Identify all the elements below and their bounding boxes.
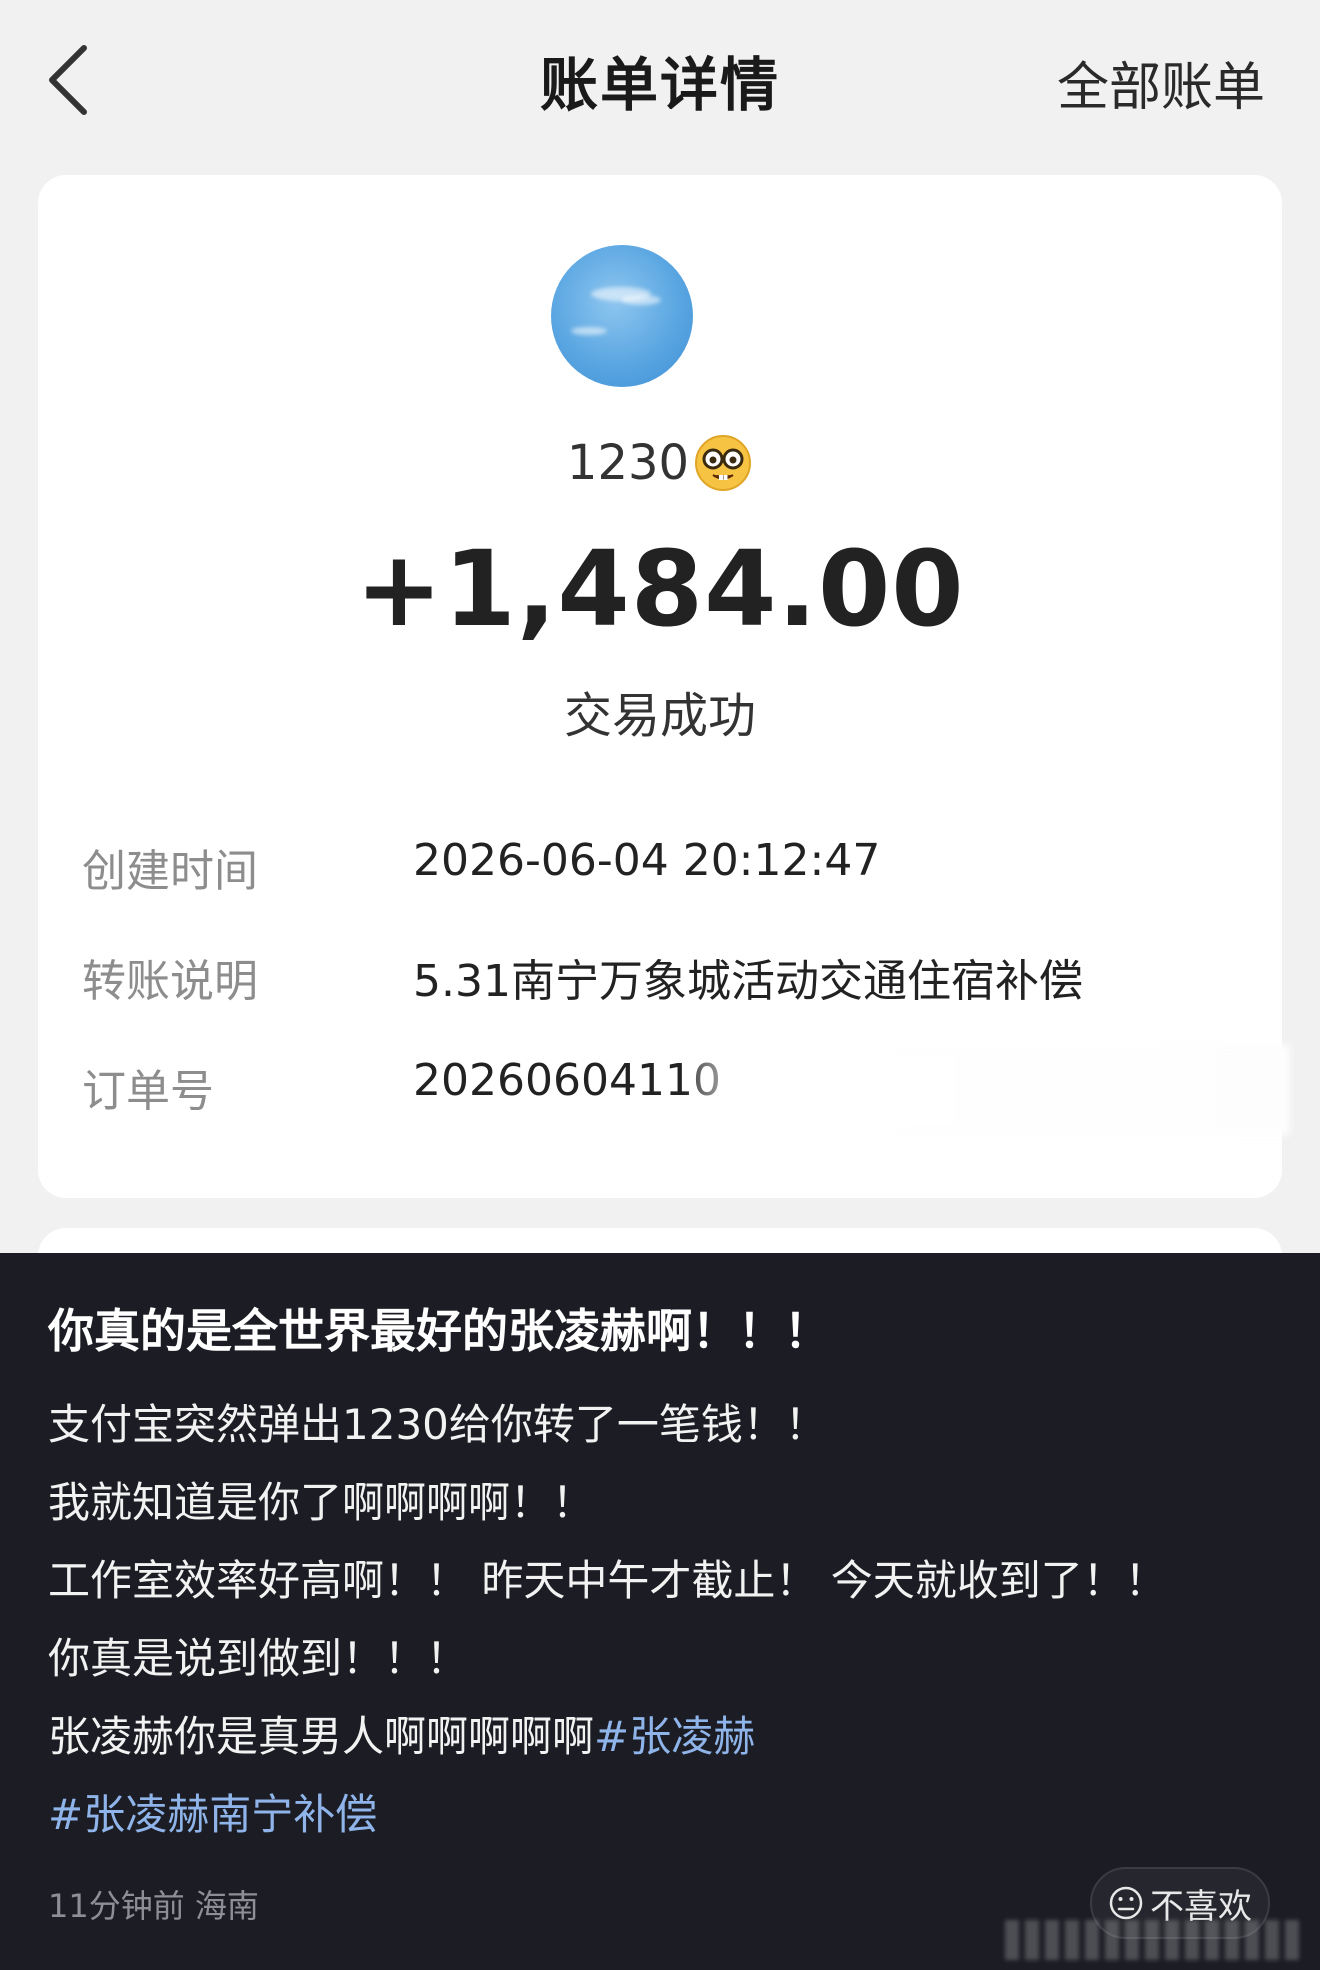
hashtag-link[interactable]: #张凌赫 bbox=[594, 1712, 755, 1761]
post-text-span: 张凌赫你是真男人啊啊啊啊啊 bbox=[48, 1712, 595, 1761]
post-title: 你真的是全世界最好的张凌赫啊！！！ bbox=[48, 1304, 830, 1358]
bill-detail-screen: 账单详情 全部账单 1230 +1,484.00 交易成功 创建时间 2026-… bbox=[0, 0, 1320, 1288]
order-number-value[interactable]: 20260604110 bbox=[413, 1055, 721, 1106]
post-text-line: 你真是说到做到！！！ bbox=[48, 1634, 469, 1683]
frown-face-icon bbox=[1109, 1886, 1143, 1920]
created-time-label: 创建时间 bbox=[82, 846, 258, 897]
created-time-value: 2026-06-04 20:12:47 bbox=[413, 835, 881, 886]
chevron-left-icon bbox=[49, 45, 87, 115]
transaction-status: 交易成功 bbox=[563, 688, 756, 744]
transaction-amount: +1,484.00 bbox=[355, 528, 965, 650]
post-text-line: 支付宝突然弹出1230给你转了一笔钱！！ bbox=[48, 1400, 827, 1449]
avatar[interactable] bbox=[551, 245, 693, 387]
nerd-face-icon bbox=[695, 435, 752, 491]
redaction-blur bbox=[690, 1045, 1290, 1135]
post-panel: 你真的是全世界最好的张凌赫啊！！！ 支付宝突然弹出1230给你转了一笔钱！！ 我… bbox=[0, 1253, 1320, 1970]
post-text-line: 张凌赫你是真男人啊啊啊啊啊#张凌赫 bbox=[48, 1703, 755, 1764]
back-button[interactable] bbox=[40, 38, 100, 122]
post-text-line: 工作室效率好高啊！！ 昨天中午才截止！ 今天就收到了！！ bbox=[48, 1556, 1167, 1605]
order-number-label: 订单号 bbox=[82, 1066, 214, 1117]
payer-name: 1230 bbox=[566, 435, 690, 491]
post-text-line: 我就知道是你了啊啊啊啊！！ bbox=[48, 1478, 595, 1527]
all-bills-link[interactable]: 全部账单 bbox=[1057, 45, 1265, 120]
transfer-note-value: 5.31南宁万象城活动交通住宿补偿 bbox=[413, 956, 1083, 1007]
watermark bbox=[1005, 1920, 1305, 1960]
nav-bar: 账单详情 全部账单 bbox=[0, 0, 1320, 160]
hashtag-link[interactable]: #张凌赫南宁补偿 bbox=[48, 1790, 377, 1839]
payer-row: 1230 bbox=[0, 432, 1320, 493]
post-meta: 11分钟前 海南 bbox=[48, 1887, 259, 1925]
post-text-line: #张凌赫南宁补偿 bbox=[48, 1781, 377, 1842]
transfer-note-label: 转账说明 bbox=[82, 956, 258, 1007]
